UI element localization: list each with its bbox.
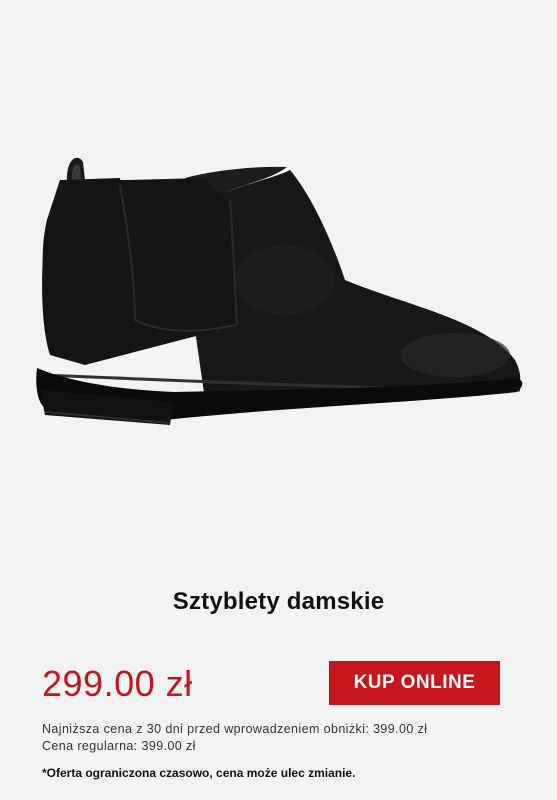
ankle-boot-image [36, 157, 523, 425]
lowest-price-note: Najniższa cena z 30 dni przed wprowadzen… [42, 722, 428, 736]
offer-disclaimer: *Oferta ograniczona czasowo, cena może u… [42, 766, 356, 780]
buy-online-button[interactable]: KUP ONLINE [329, 661, 500, 705]
regular-price-note: Cena regularna: 399.00 zł [42, 739, 196, 753]
product-title: Sztyblety damskie [172, 588, 385, 615]
product-price: 299.00 zł [42, 663, 193, 704]
